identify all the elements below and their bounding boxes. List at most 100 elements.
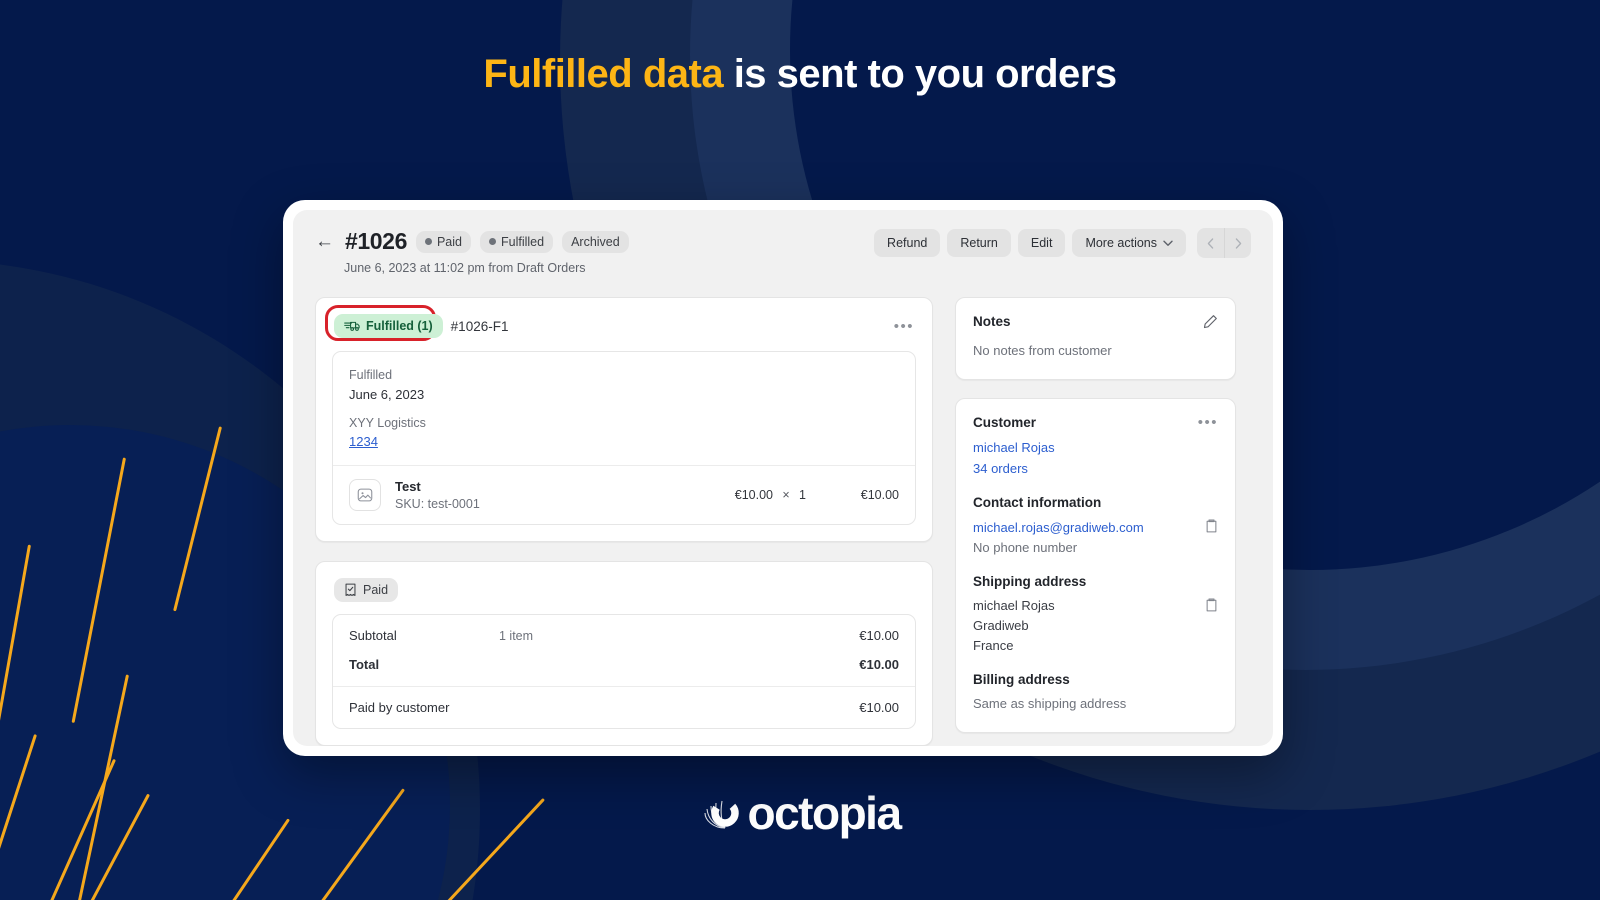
paid-status-badge: Paid bbox=[334, 578, 399, 602]
subtotal-items: 1 item bbox=[499, 628, 534, 643]
contact-information-title: Contact information bbox=[973, 495, 1102, 510]
fulfilled-status-badge: Fulfilled (1) bbox=[334, 314, 443, 338]
shipping-address-title: Shipping address bbox=[973, 574, 1087, 589]
order-title-row: ← #1026 Paid Fulfilled Archived bbox=[315, 228, 629, 255]
delivery-truck-icon bbox=[344, 321, 360, 331]
fulfillment-status-label-text: Fulfilled bbox=[349, 368, 393, 382]
notes-header: Notes bbox=[973, 314, 1218, 334]
status-badge-archived-label: Archived bbox=[571, 234, 620, 249]
octopia-logo: octopia bbox=[699, 786, 902, 840]
kebab-menu-icon[interactable]: ••• bbox=[1198, 415, 1218, 430]
return-button[interactable]: Return bbox=[947, 229, 1011, 257]
chevron-left-icon[interactable] bbox=[1197, 228, 1224, 258]
line-item-pricing: €10.00 × 1 €10.00 bbox=[703, 488, 899, 502]
subtotal-amount: €10.00 bbox=[859, 628, 899, 643]
fulfillment-card: Fulfilled (1) #1026-F1 ••• Fulfilled Jun… bbox=[315, 297, 933, 542]
paid-by-customer-label: Paid by customer bbox=[349, 700, 450, 715]
headline-rest: is sent to you orders bbox=[723, 52, 1117, 96]
kebab-menu-icon[interactable]: ••• bbox=[894, 319, 914, 334]
status-badge-paid-label: Paid bbox=[436, 234, 462, 249]
order-header-actions: Refund Return Edit More actions bbox=[874, 228, 1251, 258]
octopia-mark-icon bbox=[699, 787, 751, 839]
octopia-logo-text: octopia bbox=[747, 787, 902, 839]
main-column: Fulfilled (1) #1026-F1 ••• Fulfilled Jun… bbox=[315, 297, 933, 746]
more-actions-label: More actions bbox=[1085, 236, 1157, 250]
billing-address-title: Billing address bbox=[973, 672, 1070, 687]
payment-summary-table: Subtotal 1 item €10.00 Total €10.00 Paid… bbox=[332, 614, 916, 729]
payment-card-header: Paid bbox=[316, 562, 932, 614]
line-item-sku: SKU: test-0001 bbox=[395, 497, 480, 511]
table-row: Total €10.00 bbox=[333, 650, 915, 679]
line-item-unit-price: €10.00 bbox=[734, 488, 773, 502]
fulfillment-card-header: Fulfilled (1) #1026-F1 ••• bbox=[316, 298, 932, 351]
page-headline: Fulfilled data is sent to you orders bbox=[0, 52, 1600, 97]
customer-phone: No phone number bbox=[973, 540, 1078, 555]
line-item-row: Test SKU: test-0001 €10.00 × 1 €10.00 bbox=[333, 465, 915, 524]
line-item-info: Test SKU: test-0001 bbox=[395, 479, 480, 511]
clipboard-copy-icon[interactable] bbox=[1205, 519, 1218, 538]
headline-highlight: Fulfilled data bbox=[483, 52, 724, 96]
line-item-quantity: 1 bbox=[799, 488, 806, 502]
shipping-line-1: michael Rojas bbox=[973, 598, 1055, 613]
page-title: #1026 bbox=[345, 228, 407, 254]
shipping-line-2: Gradiweb bbox=[973, 618, 1029, 633]
status-badge-fulfilled: Fulfilled bbox=[480, 230, 554, 253]
status-badge-archived: Archived bbox=[562, 230, 629, 253]
refund-button[interactable]: Refund bbox=[874, 229, 941, 257]
customer-name-link[interactable]: michael Rojas bbox=[973, 437, 1218, 458]
billing-address-section: Billing address Same as shipping address bbox=[973, 672, 1218, 714]
pencil-icon[interactable] bbox=[1203, 314, 1218, 334]
contact-information-section: Contact information michael.rojas@gradiw… bbox=[973, 495, 1218, 558]
table-row: Subtotal 1 item €10.00 bbox=[333, 615, 915, 650]
fulfillment-name: #1026-F1 bbox=[450, 318, 509, 334]
fulfillment-details: Fulfilled June 6, 2023 XYY Logistics 123… bbox=[333, 352, 915, 465]
image-placeholder-icon bbox=[349, 479, 381, 511]
paid-by-customer-amount: €10.00 bbox=[859, 700, 899, 715]
customer-email-link[interactable]: michael.rojas@gradiweb.com bbox=[973, 517, 1144, 538]
customer-card: Customer ••• michael Rojas 34 orders Con… bbox=[955, 398, 1236, 733]
table-row: Paid by customer €10.00 bbox=[333, 687, 915, 728]
order-header: ← #1026 Paid Fulfilled Archived June 6, … bbox=[315, 228, 1251, 275]
line-item-total: €10.00 bbox=[860, 488, 899, 502]
order-detail-app: ← #1026 Paid Fulfilled Archived June 6, … bbox=[293, 210, 1273, 746]
shipping-address-row: michael Rojas Gradiweb France bbox=[973, 596, 1218, 656]
order-body: Fulfilled (1) #1026-F1 ••• Fulfilled Jun… bbox=[315, 297, 1251, 746]
browser-window: ← #1026 Paid Fulfilled Archived June 6, … bbox=[283, 200, 1283, 756]
total-label: Total bbox=[349, 657, 380, 672]
total-amount: €10.00 bbox=[859, 657, 899, 672]
notes-body: No notes from customer bbox=[973, 343, 1112, 358]
tracking-number-link[interactable]: 1234 bbox=[349, 434, 378, 449]
status-dot-icon bbox=[424, 238, 432, 245]
fulfillment-status-date: June 6, 2023 bbox=[349, 387, 425, 402]
order-pagination bbox=[1197, 228, 1251, 258]
customer-header: Customer ••• bbox=[973, 415, 1218, 430]
arrow-left-icon[interactable]: ← bbox=[315, 232, 334, 251]
paid-status-label: Paid bbox=[363, 583, 389, 597]
multiply-symbol: × bbox=[782, 488, 790, 502]
notes-card: Notes No notes from customer bbox=[955, 297, 1236, 380]
billing-address-value: Same as shipping address bbox=[973, 696, 1127, 711]
payment-card: Paid Subtotal 1 item €10.00 Total €10.00 bbox=[315, 561, 933, 746]
receipt-check-icon bbox=[345, 583, 356, 596]
carrier-name: XYY Logistics bbox=[349, 416, 426, 430]
fulfilled-status-label: Fulfilled (1) bbox=[366, 319, 433, 333]
line-item-name: Test bbox=[395, 479, 421, 494]
edit-button[interactable]: Edit bbox=[1017, 229, 1066, 257]
footer-logo: octopia bbox=[0, 786, 1600, 844]
fulfillment-details-box: Fulfilled June 6, 2023 XYY Logistics 123… bbox=[332, 351, 916, 525]
order-header-left: ← #1026 Paid Fulfilled Archived June 6, … bbox=[315, 228, 629, 275]
side-column: Notes No notes from customer Customer ••… bbox=[955, 297, 1236, 746]
clipboard-copy-icon[interactable] bbox=[1205, 598, 1218, 617]
customer-title: Customer bbox=[973, 415, 1037, 430]
status-badge-paid: Paid bbox=[415, 230, 471, 253]
notes-title: Notes bbox=[973, 314, 1011, 329]
customer-email-row: michael.rojas@gradiweb.com bbox=[973, 517, 1218, 538]
shipping-address-section: Shipping address michael Rojas Gradiweb … bbox=[973, 574, 1218, 656]
shipping-address-lines: michael Rojas Gradiweb France bbox=[973, 596, 1055, 656]
chevron-right-icon[interactable] bbox=[1224, 228, 1251, 258]
chevron-down-icon bbox=[1163, 240, 1173, 246]
customer-orders-link[interactable]: 34 orders bbox=[973, 458, 1218, 479]
more-actions-button[interactable]: More actions bbox=[1072, 229, 1186, 257]
status-badge-fulfilled-label: Fulfilled bbox=[501, 234, 545, 249]
subtotal-label: Subtotal bbox=[349, 628, 397, 643]
